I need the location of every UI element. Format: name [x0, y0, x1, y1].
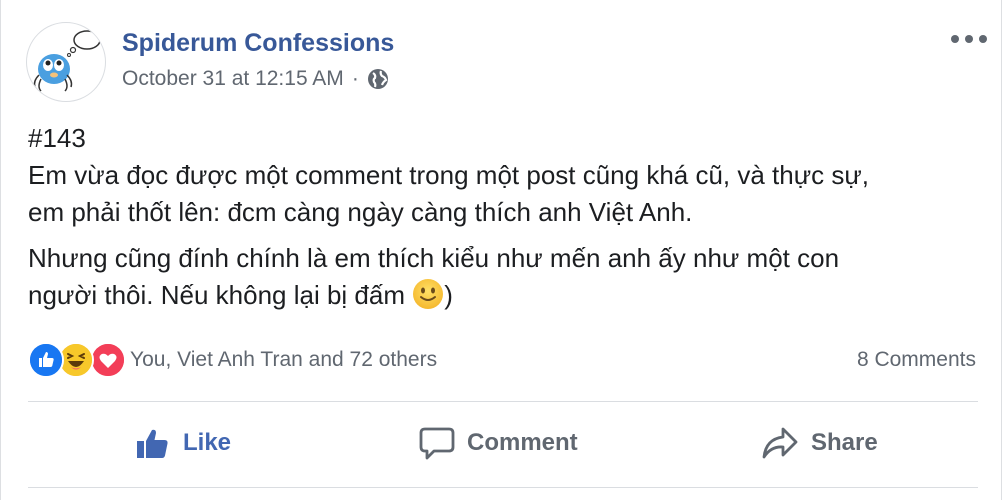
- slightly-smiling-face-icon: [412, 278, 444, 310]
- share-button[interactable]: Share: [761, 420, 878, 466]
- like-button[interactable]: Like: [135, 420, 231, 466]
- comment-icon: [419, 427, 455, 460]
- reactions-summary[interactable]: You, Viet Anh Tran and 72 others: [130, 348, 437, 372]
- divider: [28, 401, 978, 402]
- post-body: #143 Em vừa đọc được một comment trong m…: [28, 120, 978, 314]
- like-reaction-icon: [28, 342, 64, 378]
- post-line-text: người thôi. Nếu không lại bị đấm: [28, 280, 413, 310]
- post-timestamp[interactable]: October 31 at 12:15 AM: [122, 67, 344, 91]
- share-icon: [762, 427, 798, 459]
- like-label: Like: [183, 429, 232, 456]
- comments-count-link[interactable]: 8 Comments: [857, 348, 976, 372]
- comment-button[interactable]: Comment: [419, 420, 578, 466]
- more-options-icon[interactable]: [951, 32, 987, 46]
- globe-icon[interactable]: [367, 68, 389, 90]
- post-line-text: ): [444, 280, 453, 310]
- meta-separator: ·: [351, 67, 359, 90]
- post-meta: October 31 at 12:15 AM ·: [122, 67, 389, 91]
- post-line: Nhưng cũng đính chính là em thích kiểu n…: [28, 243, 840, 273]
- post-line: em phải thốt lên: đcm càng ngày càng thí…: [28, 197, 693, 227]
- thumbs-up-icon: [137, 429, 168, 458]
- post-line: Em vừa đọc được một comment trong một po…: [28, 160, 870, 190]
- comment-label: Comment: [467, 429, 578, 456]
- post-line-last: người thôi. Nếu không lại bị đấm ): [28, 277, 978, 314]
- post-card: Spiderum Confessions October 31 at 12:15…: [0, 0, 1002, 500]
- share-label: Share: [811, 429, 878, 456]
- page-name-link[interactable]: Spiderum Confessions: [122, 29, 394, 58]
- reaction-icons[interactable]: [28, 342, 126, 378]
- reactions-bar[interactable]: You, Viet Anh Tran and 72 others: [28, 342, 437, 378]
- love-reaction-icon: [90, 342, 126, 378]
- page-avatar[interactable]: [26, 22, 106, 102]
- post-line: #143: [28, 123, 86, 153]
- divider: [28, 487, 978, 488]
